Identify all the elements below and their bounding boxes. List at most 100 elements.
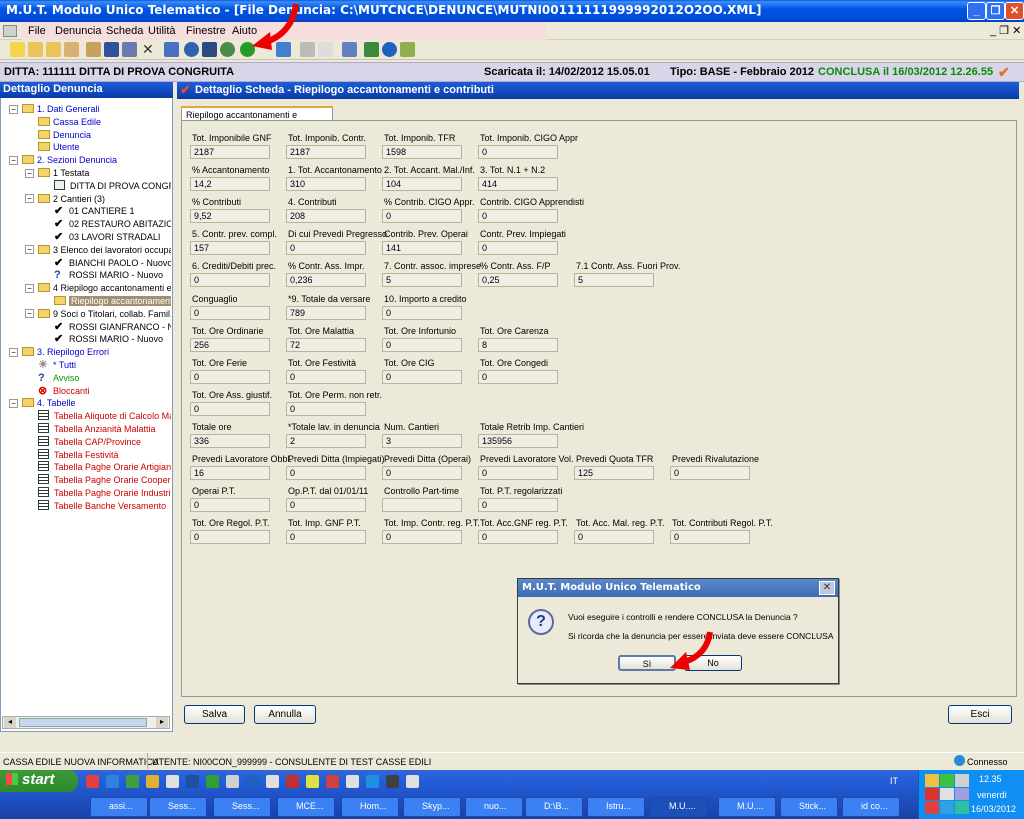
quick-launch-icon[interactable] [186,775,199,788]
refresh-icon[interactable] [164,42,179,57]
quick-launch-icon[interactable] [146,775,159,788]
check-globe-icon[interactable] [220,42,235,57]
tray-icon[interactable] [955,774,969,787]
tree-item[interactable]: Tabella Anzianità Malattia [38,423,156,435]
tree-item[interactable]: 9 Soci o Titolari, collab. Famil. ( [38,308,171,320]
taskbar-item[interactable]: M.U.... [650,797,708,817]
export-icon[interactable] [64,42,79,57]
tray-icon[interactable] [940,801,954,814]
cancel-button[interactable]: Annulla [254,705,316,724]
globe-icon[interactable] [382,42,397,57]
tray-icon[interactable] [955,787,969,801]
tree-item[interactable]: ✔ 02 RESTAURO ABITAZIO [54,218,171,230]
field-value[interactable]: 310 [286,177,366,192]
bulb-icon[interactable] [10,42,25,57]
save-button[interactable]: Salva [184,705,245,724]
field-value[interactable]: 0 [382,530,462,545]
field-value[interactable]: 2187 [286,145,366,159]
tree-item[interactable]: Tabella Festività [38,448,119,461]
quick-launch-icon[interactable] [346,775,359,788]
field-value[interactable]: 0 [670,466,750,480]
tray-icon[interactable] [925,787,939,801]
field-value[interactable]: 5 [382,273,462,288]
field-value[interactable]: 8 [478,337,558,352]
field-value[interactable]: 0 [478,241,558,256]
start-button[interactable]: start [0,770,78,792]
collapse-icon[interactable]: − [25,283,34,293]
taskbar-item[interactable]: Stick... [780,797,838,817]
field-value[interactable]: 157 [190,241,270,256]
field-value[interactable]: 0 [670,530,750,545]
maximize-button[interactable]: ❐ [986,2,1005,20]
field-value[interactable]: 0 [382,337,462,352]
taskbar-item[interactable]: Hom... [341,797,399,817]
upload-icon[interactable] [364,42,379,57]
menu-file[interactable]: File [28,25,46,37]
field-value[interactable]: 0,236 [286,273,366,288]
tree-item[interactable]: 4. Tabelle [22,397,75,409]
tray-icon[interactable] [955,801,969,814]
field-value[interactable]: 0 [478,466,558,480]
import-icon[interactable] [86,42,101,57]
tree-item[interactable]: Tabella Paghe Orarie Industria [38,487,171,499]
collapse-icon[interactable]: − [25,309,34,319]
quick-launch-icon[interactable] [166,775,179,788]
collapse-icon[interactable]: − [25,194,34,204]
field-value[interactable]: 256 [190,337,270,352]
volume-icon[interactable] [940,787,954,801]
close-button[interactable]: ✕ [1005,2,1024,20]
field-value[interactable]: 789 [286,305,366,320]
field-value[interactable]: 0 [382,369,462,384]
tree-item[interactable]: Denuncia [38,129,91,141]
quick-launch-icon[interactable] [306,775,319,788]
menu-scheda[interactable]: Scheda [106,25,143,37]
tree-item[interactable]: 3 Elenco dei lavoratori occupat [38,244,171,256]
quick-launch-icon[interactable] [326,775,339,788]
tree-item[interactable]: ✔ 03 LAVORI STRADALI [54,231,160,243]
minimize-button[interactable]: _ [967,2,986,20]
field-value[interactable]: 0 [190,401,270,416]
field-value[interactable]: 72 [286,337,366,352]
dialog-close-button[interactable]: ✕ [819,581,835,595]
tree-item[interactable]: 1 Testata [38,167,89,179]
quick-launch-icon[interactable] [286,775,299,788]
field-value[interactable]: 14,2 [190,177,270,192]
taskbar-item[interactable]: Sess... [149,797,207,817]
collapse-icon[interactable]: − [25,245,34,255]
collapse-icon[interactable]: − [9,398,18,408]
field-value[interactable]: 0 [574,530,654,545]
taskbar-item[interactable]: Sess... [213,797,271,817]
field-value[interactable] [382,498,462,513]
taskbar-item[interactable]: M.U.... [718,797,776,817]
save-icon[interactable] [104,42,119,57]
taskbar-item[interactable]: Istru... [587,797,645,817]
settings-icon[interactable] [342,42,357,57]
field-value[interactable]: 16 [190,466,270,480]
tree-item[interactable]: Tabella Paghe Orarie Artigiani [38,461,171,473]
field-value[interactable]: 0 [478,498,558,513]
tree-item[interactable]: Tabella Aliquote di Calcolo Mal [38,410,171,422]
menu-utilita[interactable]: Utilità [148,25,176,37]
language-indicator[interactable]: IT [890,776,898,786]
field-value[interactable]: 104 [382,177,462,192]
field-value[interactable]: 9,52 [190,209,270,224]
collapse-icon[interactable]: − [25,168,34,178]
field-value[interactable]: 0 [382,466,462,480]
tree-item[interactable]: DITTA DI PROVA CONGR [54,179,171,192]
field-value[interactable]: 0 [478,530,558,545]
field-value[interactable]: 0 [286,498,366,513]
field-value[interactable]: 0 [286,241,366,256]
mdi-minimize-icon[interactable]: _ ❐ ✕ [990,24,1021,37]
field-value[interactable]: 0 [190,369,270,384]
preview-icon[interactable] [318,42,333,57]
quick-launch-icon[interactable] [246,775,259,788]
field-value[interactable]: 0 [190,498,270,513]
tree-item[interactable]: ✔ ROSSI GIANFRANCO - N [54,321,171,333]
field-value[interactable]: 1598 [382,145,462,159]
field-value[interactable]: 0 [478,209,558,224]
field-value[interactable]: 0 [478,369,558,384]
field-value[interactable]: 0 [286,401,366,416]
tree-item[interactable]: 2. Sezioni Denuncia [22,154,117,166]
taskbar-item[interactable]: Skyp... [403,797,461,817]
exit-button[interactable]: Esci [948,705,1012,724]
